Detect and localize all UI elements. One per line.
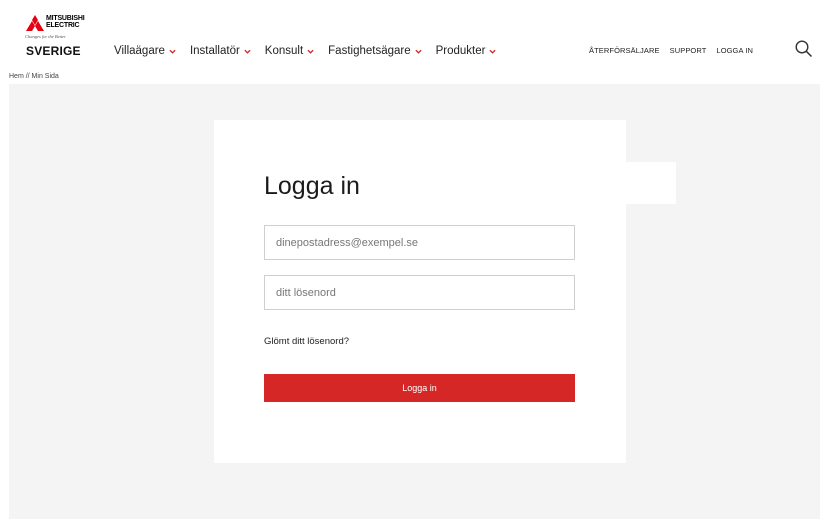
login-button[interactable]: Logga in: [264, 374, 575, 402]
mitsubishi-diamonds-icon: [26, 15, 44, 31]
forgot-password-link[interactable]: Glömt ditt lösenord?: [264, 336, 349, 347]
utility-link-aterforsaljare[interactable]: ÅTERFÖRSÄLJARE: [589, 46, 660, 55]
login-card-extension: [626, 162, 676, 204]
brand-logo[interactable]: MITSUBISHI ELECTRIC Changes for the Bett…: [25, 15, 95, 39]
utility-nav: ÅTERFÖRSÄLJARE SUPPORT LOGGA IN: [589, 46, 763, 55]
search-icon: [795, 40, 813, 58]
utility-link-logga-in[interactable]: LOGGA IN: [716, 46, 753, 55]
nav-item-label: Installatör: [189, 45, 240, 57]
country-label: SVERIGE: [26, 44, 81, 58]
nav-item-villaagare[interactable]: Villaägare: [114, 45, 176, 57]
logo-tagline: Changes for the Better: [25, 34, 66, 39]
site-header: MITSUBISHI ELECTRIC Changes for the Bett…: [0, 0, 829, 72]
page: MITSUBISHI ELECTRIC Changes for the Bett…: [0, 0, 829, 519]
breadcrumb: Hem // Min Sida: [9, 73, 59, 80]
chevron-down-icon: [244, 49, 251, 54]
nav-item-label: Villaägare: [114, 45, 165, 57]
nav-item-fastighetsagare[interactable]: Fastighetsägare: [328, 45, 422, 57]
chevron-down-icon: [415, 49, 422, 54]
chevron-down-icon: [489, 49, 497, 54]
chevron-down-icon: [307, 49, 314, 54]
nav-item-label: Fastighetsägare: [328, 45, 411, 57]
search-button[interactable]: [794, 39, 814, 59]
logo-wordmark: MITSUBISHI ELECTRIC: [46, 15, 85, 29]
nav-item-label: Produkter: [435, 45, 486, 57]
nav-item-konsult[interactable]: Konsult: [265, 45, 314, 57]
utility-link-support[interactable]: SUPPORT: [670, 46, 707, 55]
chevron-down-icon: [169, 49, 176, 54]
password-field[interactable]: [264, 275, 575, 310]
page-title: Logga in: [264, 172, 360, 200]
nav-item-produkter[interactable]: Produkter: [436, 45, 497, 57]
main-nav: Villaägare Installatör Konsult Fastighet…: [114, 45, 510, 57]
email-field[interactable]: [264, 225, 575, 260]
nav-item-label: Konsult: [264, 45, 304, 57]
nav-item-installator[interactable]: Installatör: [190, 45, 251, 57]
